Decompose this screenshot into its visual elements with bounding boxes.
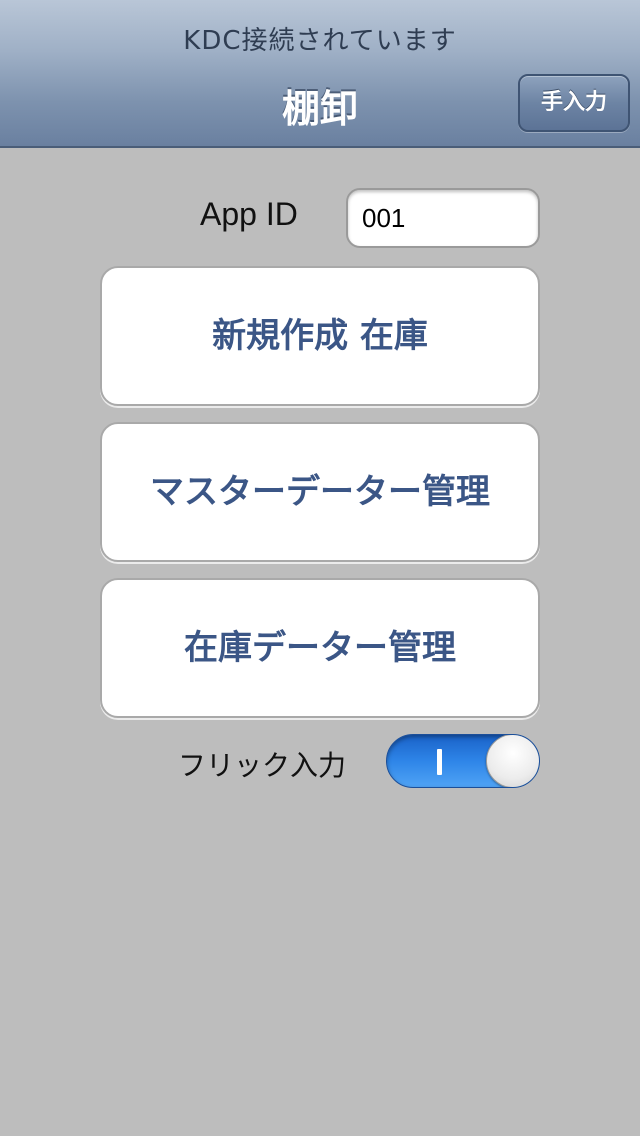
- toggle-knob[interactable]: [486, 735, 539, 787]
- master-data-management-button[interactable]: マスターデーター管理: [100, 422, 540, 562]
- manual-input-button[interactable]: 手入力: [518, 74, 630, 132]
- toggle-on-indicator-icon: [437, 749, 442, 775]
- new-inventory-button[interactable]: 新規作成 在庫: [100, 266, 540, 406]
- navigation-bar: KDC接続されています 棚卸 手入力: [0, 0, 640, 148]
- inventory-data-management-button[interactable]: 在庫データー管理: [100, 578, 540, 718]
- app-id-field[interactable]: [346, 188, 540, 248]
- flick-input-toggle[interactable]: [386, 734, 540, 788]
- connection-status: KDC接続されています: [183, 26, 457, 56]
- flick-input-label: フリック入力: [178, 749, 347, 782]
- app-id-label: App ID: [200, 196, 298, 232]
